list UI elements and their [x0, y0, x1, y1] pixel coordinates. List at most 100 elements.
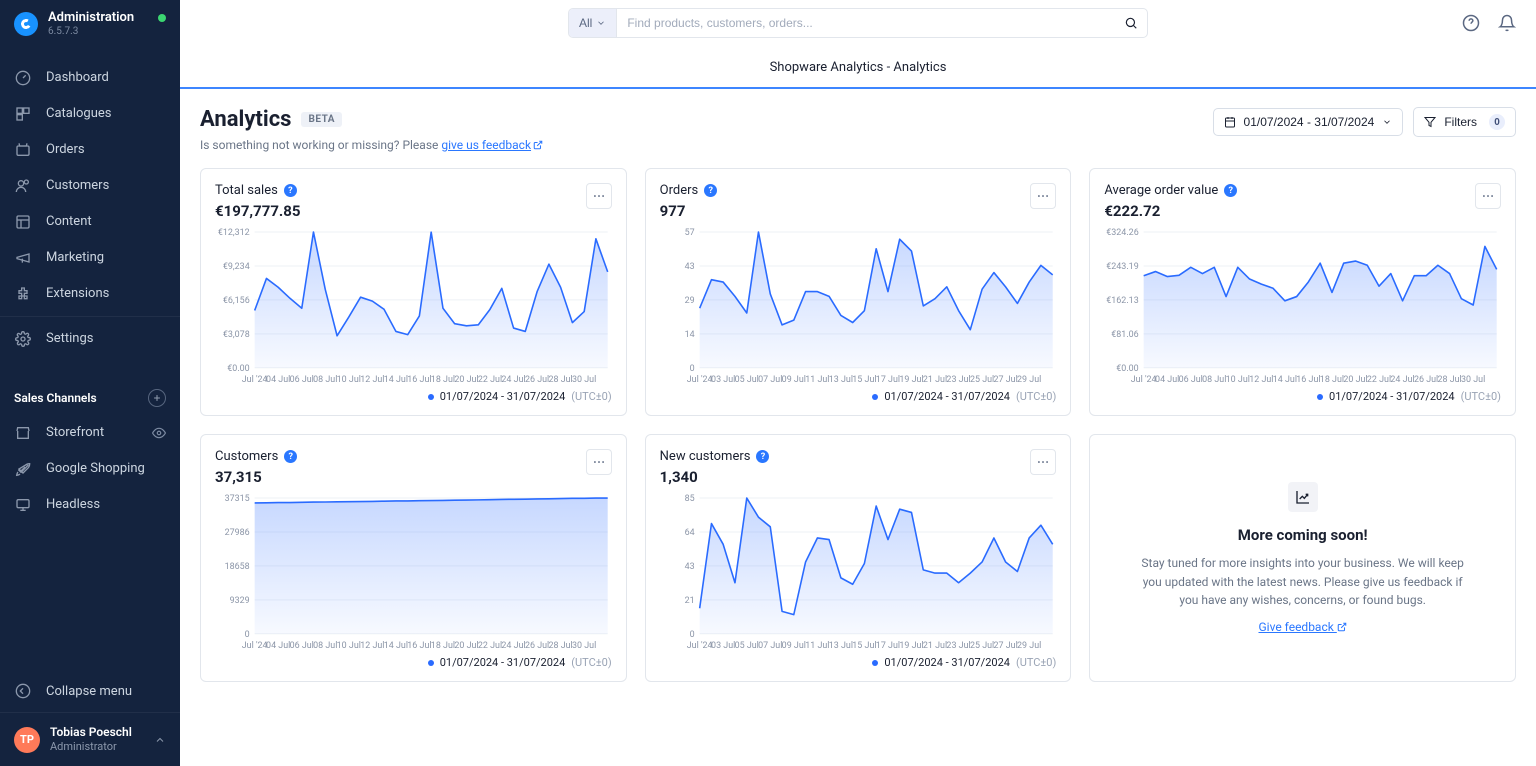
primary-nav: Dashboard Catalogues Orders Customers Conten…: [0, 60, 180, 357]
more-horizontal-icon: [1036, 189, 1050, 203]
svg-text:07 Jul: 07 Jul: [758, 641, 782, 651]
svg-text:64: 64: [684, 528, 694, 538]
svg-text:11 Jul: 11 Jul: [805, 375, 829, 385]
metric-card-total_sales: Total sales ? €197,777.85 €12,312€9,234€…: [200, 168, 627, 416]
svg-text:26 Jul: 26 Jul: [525, 375, 549, 385]
filters-label: Filters: [1444, 115, 1477, 129]
feedback-link[interactable]: give us feedback: [441, 138, 543, 152]
sidebar: Administration 6.5.7.3 Dashboard Catalogu…: [0, 0, 180, 766]
svg-text:10 Jul: 10 Jul: [337, 641, 361, 651]
sidebar-item-marketing[interactable]: Marketing: [0, 240, 180, 276]
svg-text:29 Jul: 29 Jul: [1017, 375, 1041, 385]
sidebar-item-catalogues[interactable]: Catalogues: [0, 96, 180, 132]
sales-channels-header: Sales Channels: [0, 381, 180, 415]
svg-text:08 Jul: 08 Jul: [313, 375, 337, 385]
user-role: Administrator: [50, 740, 132, 754]
sidebar-item-settings[interactable]: Settings: [0, 321, 180, 357]
card-footer: 01/07/2024 - 31/07/2024 (UTC±0): [660, 390, 1057, 403]
svg-text:18658: 18658: [225, 562, 250, 572]
svg-text:22 Jul: 22 Jul: [1367, 375, 1391, 385]
settings-icon: [14, 330, 32, 348]
svg-text:11 Jul: 11 Jul: [805, 641, 829, 651]
sales-channels-title: Sales Channels: [14, 391, 97, 405]
search-scope-button[interactable]: All: [569, 9, 617, 37]
page-subtitle: Is something not working or missing? Ple…: [200, 138, 543, 152]
notifications-button[interactable]: [1496, 12, 1518, 34]
card-menu-button[interactable]: [1030, 449, 1056, 475]
page-subtitle-text: Is something not working or missing? Ple…: [200, 138, 441, 152]
card-menu-button[interactable]: [586, 183, 612, 209]
sidebar-item-dashboard[interactable]: Dashboard: [0, 60, 180, 96]
svg-text:€243.19: €243.19: [1107, 262, 1139, 272]
footer-range: 01/07/2024 - 31/07/2024: [440, 390, 566, 403]
catalogue-icon: [14, 105, 32, 123]
sidebar-item-extensions[interactable]: Extensions: [0, 276, 180, 312]
help-icon[interactable]: ?: [284, 450, 297, 463]
svg-text:04 Jul: 04 Jul: [266, 375, 290, 385]
channel-item-headless[interactable]: Headless: [0, 487, 180, 523]
collapse-icon: [14, 682, 32, 700]
sidebar-header: Administration 6.5.7.3: [0, 0, 180, 46]
search-button[interactable]: [1115, 9, 1147, 37]
sidebar-item-label: Orders: [46, 142, 85, 157]
footer-tz: (UTC±0): [571, 656, 611, 669]
svg-text:06 Jul: 06 Jul: [290, 375, 314, 385]
coming-soon-link[interactable]: Give feedback: [1259, 620, 1347, 634]
dashboard-icon: [14, 69, 32, 87]
svg-text:30 Jul: 30 Jul: [1461, 375, 1485, 385]
store-icon: [14, 424, 32, 442]
help-button[interactable]: [1460, 12, 1482, 34]
channel-label: Google Shopping: [46, 461, 145, 476]
sidebar-item-label: Content: [46, 214, 92, 229]
sidebar-item-label: Catalogues: [46, 106, 112, 121]
svg-text:37315: 37315: [225, 494, 250, 504]
svg-text:Jul '24: Jul '24: [242, 375, 268, 385]
content-icon: [14, 213, 32, 231]
add-channel-button[interactable]: [148, 389, 166, 407]
svg-text:€0.00: €0.00: [1117, 364, 1139, 374]
card-footer: 01/07/2024 - 31/07/2024 (UTC±0): [1104, 390, 1501, 403]
chart: 574329140 Jul '2403 Jul05 Jul07 Jul09 Ju…: [660, 228, 1057, 386]
extensions-icon: [14, 285, 32, 303]
card-menu-button[interactable]: [1030, 183, 1056, 209]
svg-text:20 Jul: 20 Jul: [1344, 375, 1368, 385]
date-range-label: 01/07/2024 - 31/07/2024: [1244, 115, 1375, 129]
sidebar-item-customers[interactable]: Customers: [0, 168, 180, 204]
svg-text:29 Jul: 29 Jul: [1017, 641, 1041, 651]
channel-label: Storefront: [46, 425, 104, 440]
status-indicator-icon: [158, 14, 166, 22]
svg-text:03 Jul: 03 Jul: [711, 375, 735, 385]
svg-text:08 Jul: 08 Jul: [1202, 375, 1226, 385]
topbar: All: [180, 0, 1536, 47]
channel-item-google-shopping[interactable]: Google Shopping: [0, 451, 180, 487]
svg-text:29: 29: [684, 296, 694, 306]
coming-soon-title: More coming soon!: [1238, 526, 1368, 544]
user-menu-button[interactable]: TP Tobias Poeschl Administrator: [0, 713, 180, 766]
coming-soon-card: More coming soon! Stay tuned for more in…: [1089, 434, 1516, 682]
svg-text:05 Jul: 05 Jul: [734, 641, 758, 651]
channel-label: Headless: [46, 497, 100, 512]
filters-count: 0: [1489, 114, 1505, 130]
filters-button[interactable]: Filters 0: [1413, 107, 1516, 137]
card-menu-button[interactable]: [586, 449, 612, 475]
help-icon[interactable]: ?: [756, 450, 769, 463]
svg-text:16 Jul: 16 Jul: [407, 641, 431, 651]
svg-text:20 Jul: 20 Jul: [454, 641, 478, 651]
legend-dot-icon: [872, 394, 878, 400]
avatar: TP: [14, 727, 40, 753]
search-input[interactable]: [617, 9, 1115, 37]
svg-text:28 Jul: 28 Jul: [548, 641, 572, 651]
help-icon[interactable]: ?: [1224, 184, 1237, 197]
date-range-button[interactable]: 01/07/2024 - 31/07/2024: [1213, 108, 1404, 136]
coming-soon-text: Stay tuned for more insights into your b…: [1136, 554, 1469, 610]
help-icon[interactable]: ?: [284, 184, 297, 197]
metric-value: 1,340: [660, 468, 770, 486]
legend-dot-icon: [428, 660, 434, 666]
sidebar-item-content[interactable]: Content: [0, 204, 180, 240]
help-icon[interactable]: ?: [704, 184, 717, 197]
svg-text:Jul '24: Jul '24: [1131, 375, 1157, 385]
sidebar-item-orders[interactable]: Orders: [0, 132, 180, 168]
channel-item-storefront[interactable]: Storefront: [0, 415, 180, 451]
card-menu-button[interactable]: [1475, 183, 1501, 209]
collapse-menu-button[interactable]: Collapse menu: [0, 670, 180, 713]
